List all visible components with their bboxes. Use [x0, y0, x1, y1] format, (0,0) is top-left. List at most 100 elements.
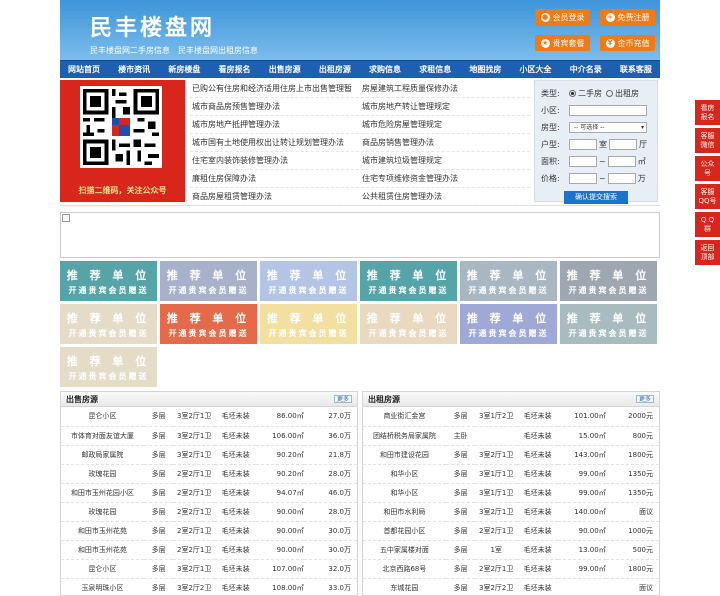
nav-rent[interactable]: 出租房源	[319, 64, 351, 75]
ad-banner[interactable]	[60, 212, 660, 258]
recommended-unit-tile[interactable]: 推 荐 单 位开通贵宾会员赠送	[460, 304, 557, 344]
recommended-unit-tile[interactable]: 推 荐 单 位开通贵宾会员赠送	[60, 261, 157, 301]
news-link[interactable]: 房屋建筑工程质量保修办法	[360, 83, 530, 94]
side-wechat-service[interactable]: 客服 微信	[695, 128, 720, 153]
table-row[interactable]: 五中家属楼对面 多层 1室 毛坯未装 13.00㎡ 500元	[363, 540, 659, 560]
table-row[interactable]: 商业街汇金宫 多层 3室1厅2卫 毛坯未装 101.00㎡ 2000元	[363, 407, 659, 427]
price-max-input[interactable]	[607, 173, 636, 184]
nav-home[interactable]: 网站首页	[68, 64, 100, 75]
recommended-unit-tile[interactable]: 推 荐 单 位开通贵宾会员赠送	[560, 304, 657, 344]
decoration-cell: 毛坯未装	[214, 521, 257, 541]
table-row[interactable]: 和田市建设花园 多层 3室2厅1卫 毛坯未装 143.00㎡ 1800元	[363, 445, 659, 465]
nav-news[interactable]: 楼市资讯	[118, 64, 150, 75]
recommended-unit-tile[interactable]: 推 荐 单 位开通贵宾会员赠送	[360, 304, 457, 344]
table-row[interactable]: 昆仑小区 多层 3室2厅1卫 毛坯未装 86.00㎡ 27.0万	[61, 407, 357, 427]
table-row[interactable]: 玉泉明珠小区 多层 3室2厅2卫 毛坯未装 108.00㎡ 33.0万	[61, 578, 357, 595]
table-row[interactable]: 和华小区 多层 3室1厅1卫 毛坯未装 99.00㎡ 1350元	[363, 464, 659, 484]
recommended-unit-tile[interactable]: 推 荐 单 位开通贵宾会员赠送	[160, 304, 257, 344]
news-link[interactable]: 城市国有土地使用权出让转让规划管理办法	[190, 137, 360, 148]
news-link[interactable]: 住宅专项维修资金管理办法	[360, 173, 530, 184]
nav-viewing-signup[interactable]: 看房报名	[219, 64, 251, 75]
nav-sale[interactable]: 出售房源	[269, 64, 301, 75]
news-link[interactable]: 住宅室内装饰装修管理办法	[190, 155, 360, 166]
side-viewing-signup[interactable]: 看房 报名	[695, 100, 720, 125]
price-min-input[interactable]	[569, 173, 597, 184]
news-link[interactable]: 城市建筑垃圾管理规定	[360, 155, 530, 166]
recommended-unit-tile[interactable]: 推 荐 单 位开通贵宾会员赠送	[360, 261, 457, 301]
recommended-unit-tile[interactable]: 推 荐 单 位开通贵宾会员赠送	[460, 261, 557, 301]
nav-wanted-buy[interactable]: 求购信息	[369, 64, 401, 75]
news-link[interactable]: 城市商品房预售管理办法	[190, 101, 360, 112]
news-link[interactable]: 廉租住房保障办法	[190, 173, 360, 184]
table-row[interactable]: 北京西路68号 多层 2室2厅1卫 毛坯未装 99.00㎡ 1800元	[363, 559, 659, 579]
recommended-unit-tile[interactable]: 推 荐 单 位开通贵宾会员赠送	[60, 304, 157, 344]
table-row[interactable]: 和华小区 多层 3室1厅1卫 毛坯未装 99.00㎡ 1350元	[363, 483, 659, 503]
area-min-input[interactable]	[569, 156, 597, 167]
tile-subtitle: 开通贵宾会员赠送	[68, 285, 149, 295]
news-link[interactable]: 商品房屋租赁管理办法	[190, 191, 360, 202]
search-submit-button[interactable]: 确认提交搜索	[564, 191, 628, 204]
table-row[interactable]: 市体育对面友谊大厦 多层 3室2厅1卫 毛坯未装 106.00㎡ 36.0万	[61, 426, 357, 446]
table-row[interactable]: 和田市玉州花苑 多层 2室2厅1卫 毛坯未装 90.00㎡ 30.0万	[61, 521, 357, 541]
register-button[interactable]: + 免费注册	[600, 9, 655, 25]
recharge-button[interactable]: ¥ 金币充值	[600, 35, 655, 51]
community-input[interactable]	[569, 105, 647, 116]
recommended-unit-tile[interactable]: 推 荐 单 位开通贵宾会员赠送	[260, 304, 357, 344]
table-row[interactable]: 和田市水利局 多层 3室2厅1卫 毛坯未装 140.00㎡ 面议	[363, 502, 659, 522]
table-row[interactable]: 邮政局家属院 多层 3室2厅1卫 毛坯未装 90.20㎡ 21.8万	[61, 445, 357, 465]
rent-more-button[interactable]: 更多	[635, 395, 654, 403]
table-row[interactable]: 玫瑰花园 多层 2室2厅1卫 毛坯未装 90.00㎡ 28.0万	[61, 502, 357, 522]
recommended-unit-tile[interactable]: 推 荐 单 位开通贵宾会员赠送	[260, 261, 357, 301]
area-cell: 90.20㎡	[256, 445, 304, 465]
table-row[interactable]: 和田市玉州花园小区 多层 2室2厅1卫 毛坯未装 94.07㎡ 46.0万	[61, 483, 357, 503]
news-link[interactable]: 已购公有住房和经济适用住房上市出售管理暂	[190, 83, 360, 94]
price-cell: 30.0万	[303, 540, 357, 560]
news-link[interactable]: 城市危险房屋管理规定	[360, 119, 530, 130]
nav-wanted-rent[interactable]: 求租信息	[419, 64, 451, 75]
layout-cell	[475, 426, 517, 446]
site-logo[interactable]: 民丰楼盘网	[90, 10, 215, 42]
side-official-account[interactable]: 公众 号	[695, 156, 720, 181]
layout-cell: 2室2厅1卫	[173, 521, 215, 541]
side-back-to-top[interactable]: 返回 顶部	[695, 240, 720, 265]
hall-select[interactable]	[609, 139, 637, 150]
layout-cell: 2室2厅1卫	[475, 521, 517, 541]
sale-radio[interactable]	[569, 90, 576, 97]
price-cell: 21.8万	[303, 445, 357, 465]
news-row: 住宅室内装饰装修管理办法 城市建筑垃圾管理规定	[190, 152, 530, 170]
area-cell: 99.00㎡	[558, 483, 606, 503]
building-cell: 多层	[143, 407, 174, 427]
search-panel: 类型: 二手房 出租房 小区: 房型: -- 可选择 -- ▾ 户型: 室 厅 面…	[534, 80, 658, 204]
recommended-unit-tile[interactable]: 推 荐 单 位开通贵宾会员赠送	[560, 261, 657, 301]
vip-package-button[interactable]: ★ 贵宾套餐	[535, 35, 590, 51]
nav-communities[interactable]: 小区大全	[520, 64, 552, 75]
news-link[interactable]: 城市房地产抵押管理办法	[190, 119, 360, 130]
room-select[interactable]	[569, 139, 597, 150]
table-row[interactable]: 玫瑰花园 多层 2室2厅1卫 毛坯未装 90.20㎡ 28.0万	[61, 464, 357, 484]
table-row[interactable]: 昆仑小区 多层 3室2厅1卫 毛坯未装 107.00㎡ 32.0万	[61, 559, 357, 579]
nav-agents[interactable]: 中介名录	[570, 64, 602, 75]
login-button[interactable]: ● 会员登录	[535, 9, 590, 25]
site-header: 民丰楼盘网 民丰楼盘网二手房信息 民丰楼盘网出租房信息 ● 会员登录 + 免费注册 …	[60, 0, 660, 60]
table-row[interactable]: 和田市玉州花苑 多层 2室2厅1卫 毛坯未装 90.00㎡ 30.0万	[61, 540, 357, 560]
table-row[interactable]: 东城花园 多层 3室2厅2卫 毛坯未装 面议	[363, 578, 659, 595]
layout-cell: 2室2厅1卫	[173, 540, 215, 560]
side-qq-service[interactable]: 客服 QQ号	[695, 184, 720, 209]
nav-map[interactable]: 地图找房	[469, 64, 501, 75]
layout-cell: 2室2厅1卫	[173, 464, 215, 484]
news-link[interactable]: 商品房销售管理办法	[360, 137, 530, 148]
nav-contact[interactable]: 联系客服	[620, 64, 652, 75]
sale-more-button[interactable]: 更多	[333, 395, 352, 403]
side-qq-group[interactable]: Q Q 群	[695, 212, 720, 237]
table-row[interactable]: 团结桥税务局家属院 主卧 毛坯未装 15.00㎡ 800元	[363, 426, 659, 446]
area-max-input[interactable]	[607, 156, 636, 167]
table-row[interactable]: 首都花园小区 多层 2室2厅1卫 毛坯未装 90.00㎡ 1000元	[363, 521, 659, 541]
housetype-select[interactable]: -- 可选择 -- ▾	[569, 122, 647, 133]
tile-subtitle: 开通贵宾会员赠送	[368, 285, 449, 295]
news-link[interactable]: 城市房地产转让管理规定	[360, 101, 530, 112]
nav-new-homes[interactable]: 新房楼盘	[168, 64, 200, 75]
recommended-unit-tile[interactable]: 推 荐 单 位开通贵宾会员赠送	[160, 261, 257, 301]
rent-radio[interactable]	[606, 90, 613, 97]
recommended-unit-tile[interactable]: 推 荐 单 位开通贵宾会员赠送	[60, 347, 157, 387]
news-link[interactable]: 公共租赁住房管理办法	[360, 191, 530, 202]
